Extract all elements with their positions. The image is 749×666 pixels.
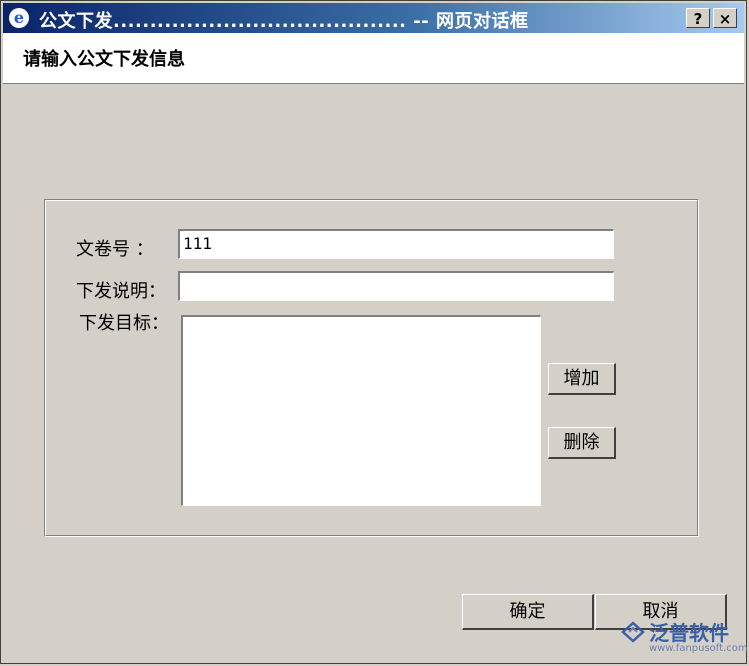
- ie-icon: e: [9, 8, 29, 28]
- close-button[interactable]: ×: [713, 8, 737, 28]
- add-button[interactable]: 增加: [548, 363, 616, 395]
- header-strip: 请输入公文下发信息: [3, 33, 744, 84]
- target-list[interactable]: [181, 315, 541, 506]
- doc-number-label: 文卷号 ：: [76, 239, 154, 260]
- description-field[interactable]: [178, 271, 614, 301]
- title-bar[interactable]: e 公文下发..................................…: [3, 3, 744, 33]
- dialog-window: e 公文下发..................................…: [0, 0, 748, 664]
- help-button[interactable]: ?: [686, 8, 710, 28]
- page-title: 请输入公文下发信息: [23, 49, 185, 70]
- doc-number-field[interactable]: 111: [178, 229, 614, 259]
- fanpu-logo-icon: [621, 621, 645, 643]
- delete-button[interactable]: 删除: [548, 427, 616, 459]
- window-title: 公文下发....................................…: [39, 11, 529, 32]
- watermark-url: www.fanpusoft.com: [649, 643, 748, 654]
- target-label: 下发目标：: [79, 313, 169, 334]
- confirm-button[interactable]: 确定: [462, 594, 594, 630]
- description-label: 下发说明：: [76, 281, 166, 302]
- watermark-brand: 泛普软件: [649, 621, 729, 645]
